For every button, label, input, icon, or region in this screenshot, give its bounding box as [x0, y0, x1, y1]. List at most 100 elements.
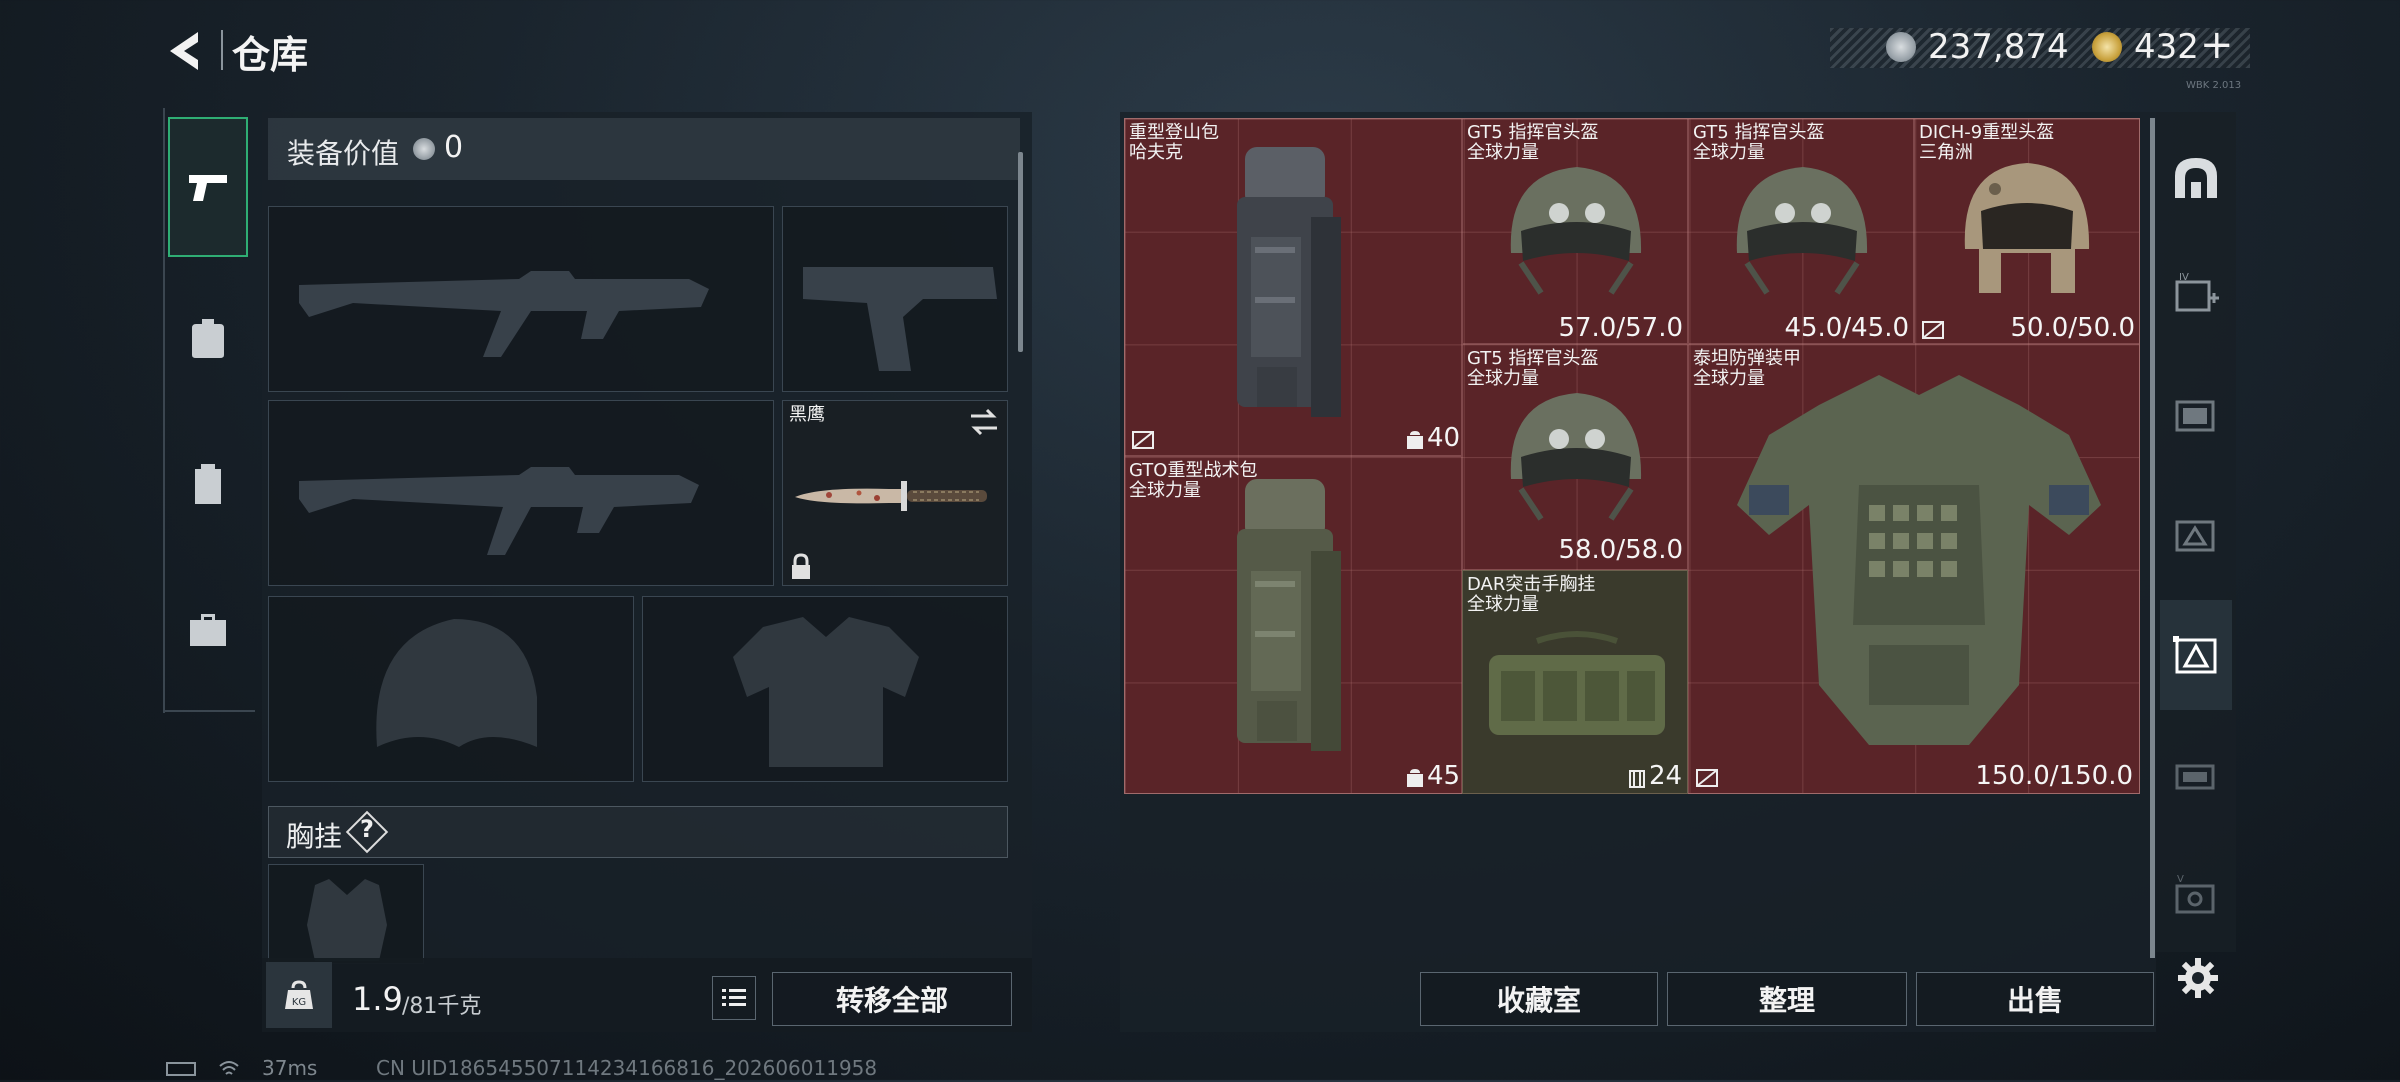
- armor-image: [1737, 375, 2101, 745]
- ping-text: 37ms: [262, 1056, 318, 1080]
- helmet-slot[interactable]: [268, 596, 634, 782]
- heavy-helmet-image: [1964, 163, 2090, 293]
- tab-case[interactable]: [168, 560, 248, 700]
- rifle-silhouette-icon: [299, 467, 699, 555]
- stash-item[interactable]: GT5 指挥官头盔 全球力量 57.0/57.0: [1462, 118, 1688, 344]
- helmet-image: [1510, 167, 1642, 295]
- armor-slot[interactable]: [642, 596, 1008, 782]
- armor-silhouette-icon: [733, 617, 919, 767]
- chest-rig-slot[interactable]: [268, 864, 424, 964]
- clipboard-icon: [195, 464, 221, 504]
- knife-icon: [795, 481, 987, 511]
- stash-tab-6[interactable]: V: [2160, 840, 2232, 950]
- item-brand: 全球力量: [1467, 594, 1539, 615]
- sell-button[interactable]: 出售: [1916, 972, 2154, 1026]
- item-name: 重型登山包: [1129, 122, 1219, 143]
- equipment-value-label: 装备价值: [287, 137, 400, 170]
- transfer-all-button[interactable]: 转移全部: [772, 972, 1012, 1026]
- tab-rig[interactable]: [168, 414, 248, 554]
- scrollbar[interactable]: [1018, 152, 1023, 352]
- stash-tab-1[interactable]: [2160, 600, 2232, 710]
- item-name: GT5 指挥官头盔: [1467, 348, 1599, 369]
- item-name: DAR突击手胸挂: [1467, 574, 1596, 595]
- stash-page-icon: [2175, 400, 2215, 432]
- arch-icon: [2175, 158, 2217, 198]
- stash-tab-all[interactable]: [2160, 124, 2232, 234]
- stash-tab-5[interactable]: [2160, 720, 2232, 830]
- item-capacity: 45: [1427, 761, 1461, 791]
- currency2-value: 432: [2134, 27, 2199, 67]
- item-durability: 57.0/57.0: [1558, 313, 1683, 343]
- back-button[interactable]: [160, 26, 210, 76]
- stash-item[interactable]: 重型登山包 哈夫克 40: [1124, 118, 1462, 456]
- weight-icon: KG: [285, 980, 313, 1009]
- helmet-image: [1510, 393, 1642, 521]
- item-name: DICH-9重型头盔: [1919, 122, 2055, 143]
- secondary-weapon-slot[interactable]: [268, 400, 774, 586]
- header-divider: [221, 30, 223, 70]
- backpack-image: [1237, 147, 1341, 417]
- equipment-value: 0: [444, 130, 464, 165]
- list-view-button[interactable]: [712, 976, 756, 1020]
- backpack-icon: [192, 319, 224, 358]
- premium-coin-icon: [2092, 32, 2122, 62]
- chest-rig-label: 胸挂: [286, 820, 343, 853]
- stash-page-icon: IV: [2175, 272, 2219, 312]
- weight-max: /81千克: [402, 994, 482, 1019]
- no-insure-icon: [1132, 431, 1154, 449]
- backpack-image: [1237, 479, 1341, 751]
- back-arrow-icon: [170, 32, 198, 70]
- item-name: GT5 指挥官头盔: [1693, 122, 1825, 143]
- item-brand: 哈夫克: [1129, 142, 1183, 163]
- stash-item[interactable]: DICH-9重型头盔 三角洲 50.0/50.0: [1914, 118, 2140, 344]
- pistol-slot[interactable]: [782, 206, 1008, 392]
- add-currency-button[interactable]: +: [2200, 22, 2234, 68]
- rig-silhouette-icon: [307, 879, 387, 961]
- rifle-silhouette-icon: [299, 271, 709, 357]
- stash-item[interactable]: GT5 指挥官头盔 全球力量 58.0/58.0: [1462, 344, 1688, 570]
- tab-backpack[interactable]: [168, 268, 248, 408]
- gear-icon: [2178, 958, 2218, 998]
- no-insure-icon: [1922, 321, 1944, 339]
- stash-item[interactable]: DAR突击手胸挂 全球力量 24: [1462, 570, 1688, 794]
- helmet-image: [1736, 167, 1868, 295]
- weight-button[interactable]: KG: [266, 962, 332, 1028]
- organize-button[interactable]: 整理: [1667, 972, 1907, 1026]
- stash-scrollbar[interactable]: [2150, 118, 2155, 958]
- weight-current: 1.9: [352, 980, 403, 1018]
- lock-icon: [792, 553, 810, 579]
- primary-weapon-slot[interactable]: [268, 206, 774, 392]
- svg-text:IV: IV: [2179, 272, 2189, 283]
- item-durability: 58.0/58.0: [1558, 535, 1683, 565]
- svg-text:V: V: [2177, 874, 2184, 885]
- tab-weapons[interactable]: [168, 117, 248, 257]
- item-name: GT5 指挥官头盔: [1467, 122, 1599, 143]
- stash-item[interactable]: 泰坦防弹装甲 全球力量 150.0/150.0: [1688, 344, 2140, 794]
- capacity-icon: [1407, 769, 1423, 787]
- knife-name: 黑鹰: [789, 404, 825, 425]
- stash-page-icon: [2173, 636, 2217, 674]
- coin-icon: [413, 138, 435, 160]
- swap-icon[interactable]: [967, 407, 1001, 437]
- tab-rail-bottom: [163, 710, 255, 712]
- settings-button[interactable]: [2172, 952, 2224, 1004]
- stash-tab-2[interactable]: [2160, 480, 2232, 590]
- currency1-value: 237,874: [1928, 27, 2069, 67]
- uid-text: CN UID18654550711423416681​6_20260601195…: [376, 1056, 878, 1080]
- stash-tab-4[interactable]: IV: [2160, 240, 2232, 350]
- battery-icon: [166, 1062, 196, 1076]
- list-icon: [722, 989, 746, 1006]
- item-durability: 45.0/45.0: [1784, 313, 1909, 343]
- item-capacity: 24: [1649, 761, 1683, 791]
- stash-tab-3[interactable]: [2160, 360, 2232, 470]
- capacity-icon: [1629, 770, 1645, 788]
- stash-page-icon: V: [2175, 874, 2215, 914]
- stash-item[interactable]: GTO重型战术包 全球力量 45: [1124, 456, 1462, 794]
- stash-item[interactable]: GT5 指挥官头盔 全球力量 45.0/45.0: [1688, 118, 1914, 344]
- melee-slot[interactable]: 黑鹰: [782, 400, 1008, 586]
- stash-page-icon: [2175, 764, 2215, 790]
- chest-rig-image: [1489, 631, 1665, 735]
- collection-room-button[interactable]: 收藏室: [1420, 972, 1658, 1026]
- wifi-icon: [218, 1058, 240, 1078]
- version-text: WBK 2.013: [2186, 80, 2242, 91]
